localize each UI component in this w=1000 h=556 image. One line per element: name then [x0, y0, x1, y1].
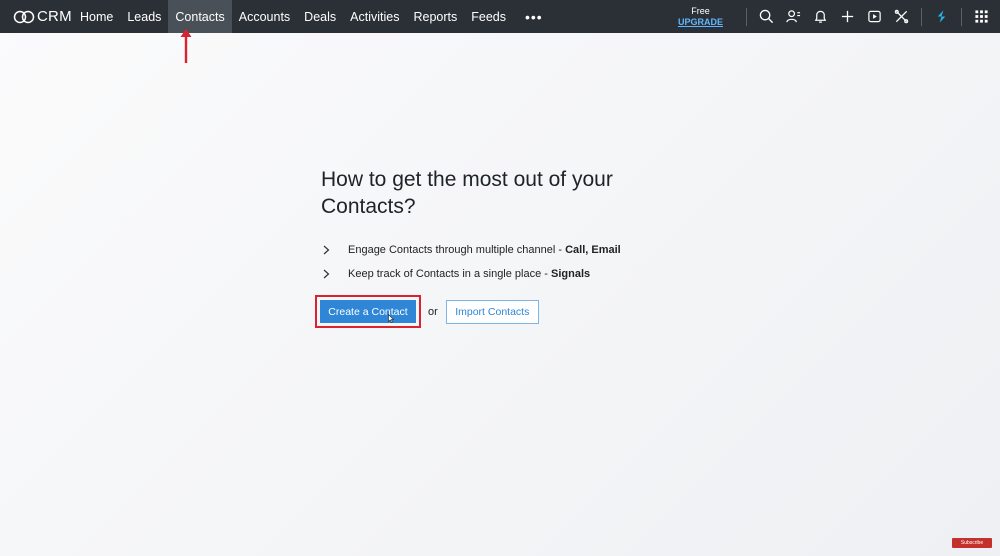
plan-label: Free: [691, 5, 710, 16]
tab-activities[interactable]: Activities: [343, 0, 406, 33]
upgrade-link[interactable]: UPGRADE: [678, 17, 723, 28]
tab-deals[interactable]: Deals: [297, 0, 343, 33]
tab-accounts[interactable]: Accounts: [232, 0, 297, 33]
list-item: Keep track of Contacts in a single place…: [321, 262, 641, 286]
import-contacts-button[interactable]: Import Contacts: [445, 299, 539, 324]
more-tabs-icon[interactable]: •••: [513, 0, 555, 33]
tab-contacts[interactable]: Contacts: [168, 0, 232, 33]
annotation-highlight-box: Create a Contact: [315, 295, 421, 328]
divider: [745, 7, 747, 26]
plus-icon[interactable]: [834, 0, 860, 33]
contacts-directory-icon[interactable]: [780, 0, 806, 33]
or-separator: or: [428, 305, 438, 318]
bell-icon[interactable]: [807, 0, 833, 33]
mouse-cursor-icon: [388, 314, 394, 323]
module-tabs: Home Leads Contacts Accounts Deals Activ…: [73, 0, 555, 33]
empty-state-panel: How to get the most out of your Contacts…: [321, 166, 641, 286]
tab-reports[interactable]: Reports: [406, 0, 464, 33]
zia-icon[interactable]: [928, 0, 954, 33]
list-item: Engage Contacts through multiple channel…: [321, 238, 641, 262]
search-icon[interactable]: [753, 0, 779, 33]
page-heading: How to get the most out of your Contacts…: [321, 168, 613, 218]
settings-tools-icon[interactable]: [888, 0, 914, 33]
app-grid-icon[interactable]: [968, 0, 994, 33]
tab-feeds[interactable]: Feeds: [464, 0, 513, 33]
subscribe-label: Subscribe: [960, 540, 984, 546]
media-icon[interactable]: [861, 0, 887, 33]
action-row: Create a Contact or Import Contacts: [315, 295, 539, 328]
list-item-text: Keep track of Contacts in a single place…: [348, 268, 591, 280]
plan-upgrade: Free UPGRADE: [678, 6, 724, 28]
annotation-arrow-icon: [180, 29, 192, 63]
list-item-text: Engage Contacts through multiple channel…: [348, 244, 621, 256]
tab-home[interactable]: Home: [73, 0, 120, 33]
top-navigation-bar: CRM Home Leads Contacts Accounts Deals A…: [0, 0, 1000, 33]
subscribe-badge[interactable]: Subscribe: [952, 538, 992, 548]
crm-logo-icon: [13, 10, 35, 23]
chevron-right-icon: [321, 269, 348, 279]
divider: [960, 7, 962, 26]
logo-text: CRM: [37, 8, 72, 25]
header-tools: Free UPGRADE: [678, 0, 1000, 33]
divider: [920, 7, 922, 26]
chevron-right-icon: [321, 245, 348, 255]
tab-leads[interactable]: Leads: [120, 0, 168, 33]
benefits-list: Engage Contacts through multiple channel…: [321, 238, 641, 286]
create-contact-button[interactable]: Create a Contact: [320, 300, 416, 323]
crm-logo[interactable]: CRM: [0, 0, 73, 33]
